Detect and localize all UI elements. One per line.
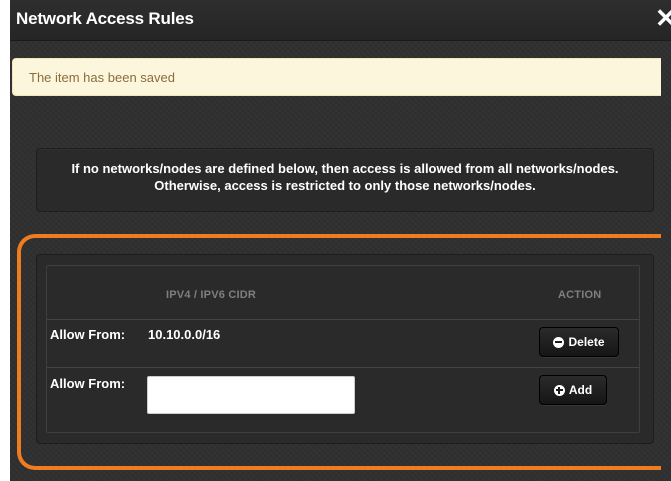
new-row-label: Allow From: [50,376,126,391]
rule-row-label: Allow From: [50,327,126,342]
info-panel: If no networks/nodes are defined below, … [36,148,654,212]
delete-button[interactable]: Delete [539,327,619,357]
info-text: If no networks/nodes are defined below, … [71,161,619,193]
success-alert: The item has been saved [12,58,661,96]
minus-circle-icon [553,336,565,348]
dialog-header: Network Access Rules ✕ [10,0,671,41]
plus-circle-icon [553,384,565,396]
add-button-label: Add [568,383,593,397]
cidr-input[interactable] [147,376,355,414]
dialog-title: Network Access Rules [16,9,194,28]
add-button[interactable]: Add [539,375,607,405]
column-header-action: ACTION [558,289,602,301]
alert-message: The item has been saved [29,70,175,85]
close-icon[interactable]: ✕ [655,5,671,31]
column-header-cidr: IPV4 / IPV6 CIDR [166,289,257,301]
row-divider [47,367,639,368]
delete-button-label: Delete [568,335,605,349]
rule-row-cidr-value: 10.10.0.0/16 [148,327,221,342]
row-divider [47,319,639,320]
